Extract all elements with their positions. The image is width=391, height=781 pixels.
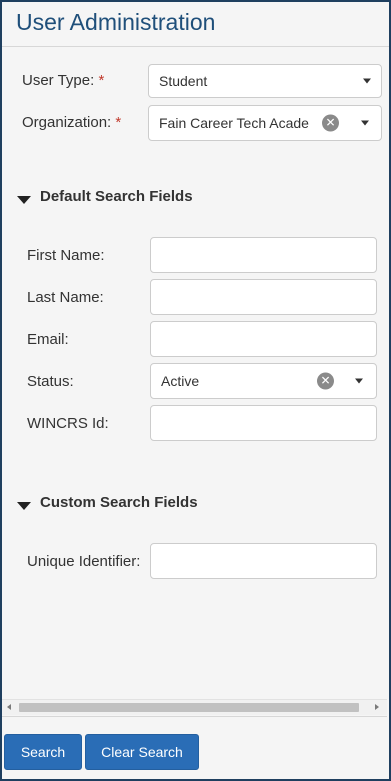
custom-search-fields-heading[interactable]: Custom Search Fields bbox=[40, 494, 198, 511]
default-search-fields-heading[interactable]: Default Search Fields bbox=[40, 188, 193, 205]
first-name-input[interactable] bbox=[150, 237, 377, 273]
last-name-input[interactable] bbox=[150, 279, 377, 315]
header: User Administration bbox=[2, 2, 389, 47]
clear-search-button[interactable]: Clear Search bbox=[85, 734, 199, 770]
unique-identifier-label: Unique Identifier: bbox=[27, 553, 141, 570]
caret-down-icon bbox=[361, 120, 369, 126]
scroll-left-icon[interactable] bbox=[7, 704, 11, 710]
user-type-value: Student bbox=[159, 73, 208, 89]
last-name-label: Last Name: bbox=[27, 289, 104, 306]
organization-label: Organization: * bbox=[22, 114, 122, 131]
page-title: User Administration bbox=[16, 9, 216, 35]
wincrs-id-label: WINCRS Id: bbox=[27, 415, 109, 432]
scrollbar-thumb[interactable] bbox=[19, 703, 359, 712]
email-label: Email: bbox=[27, 331, 69, 348]
caret-down-icon bbox=[355, 378, 363, 384]
user-type-select[interactable]: Student bbox=[148, 64, 382, 98]
footer-toolbar: Search Clear Search bbox=[2, 716, 387, 779]
unique-identifier-input[interactable] bbox=[150, 543, 377, 579]
email-input[interactable] bbox=[150, 321, 377, 357]
caret-down-icon bbox=[363, 78, 371, 84]
required-asterisk: * bbox=[115, 114, 122, 131]
triangle-down-icon[interactable] bbox=[17, 502, 31, 510]
status-label: Status: bbox=[27, 373, 74, 390]
status-value: Active bbox=[161, 373, 200, 389]
triangle-down-icon[interactable] bbox=[17, 196, 31, 204]
user-administration-panel: User Administration User Type: * Student… bbox=[0, 0, 391, 781]
horizontal-scrollbar[interactable] bbox=[2, 699, 387, 715]
search-button[interactable]: Search bbox=[4, 734, 82, 770]
organization-value: Fain Career Tech Acade... bbox=[159, 115, 309, 131]
clear-x-icon[interactable]: ✕ bbox=[322, 114, 339, 132]
clear-x-icon[interactable]: ✕ bbox=[317, 372, 334, 390]
first-name-label: First Name: bbox=[27, 247, 105, 264]
status-select[interactable]: Active ✕ bbox=[150, 363, 377, 399]
required-asterisk: * bbox=[98, 72, 105, 89]
user-type-label: User Type: * bbox=[22, 72, 105, 89]
scroll-right-icon[interactable] bbox=[375, 704, 379, 710]
wincrs-id-input[interactable] bbox=[150, 405, 377, 441]
organization-select[interactable]: Fain Career Tech Acade... ✕ bbox=[148, 105, 382, 141]
